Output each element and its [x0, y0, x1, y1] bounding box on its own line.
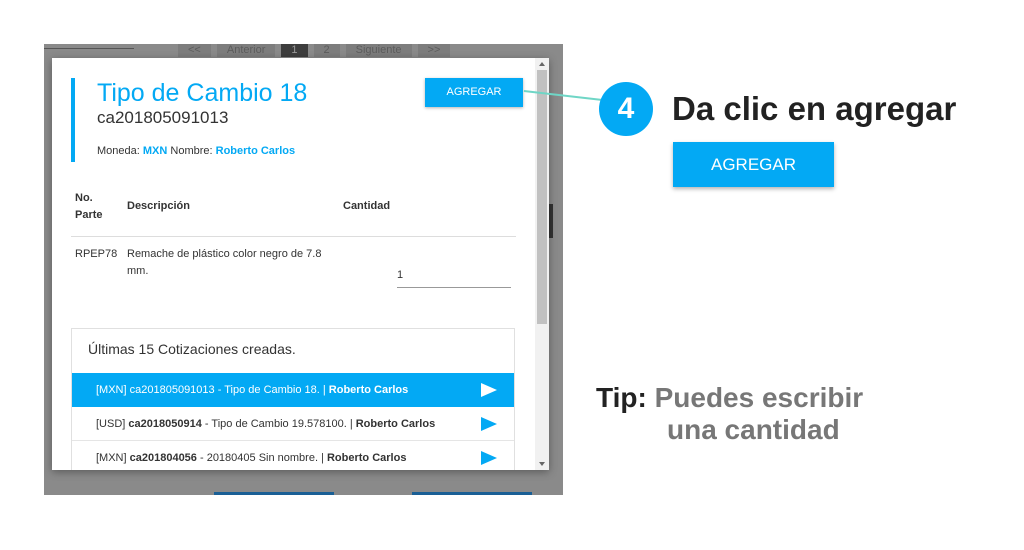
step-instruction: Da clic en agregar	[672, 90, 957, 127]
modal-scrollbar[interactable]	[535, 58, 549, 470]
recent-quotes-title: Últimas 15 Cotizaciones creadas.	[88, 341, 296, 357]
nombre-label: Nombre:	[170, 145, 213, 157]
send-icon[interactable]	[481, 417, 497, 431]
list-item[interactable]: [USD] ca2018050914 - Tipo de Cambio 19.5…	[72, 407, 514, 441]
item-currency: [MXN]	[96, 384, 130, 396]
app-screenshot: << Anterior 1 2 Siguiente >> Tipo de Cam…	[44, 44, 563, 495]
background-divider	[44, 48, 134, 49]
item-code: ca2018050914	[128, 418, 202, 430]
pager-page-2[interactable]: 2	[313, 44, 340, 57]
modal-header: Tipo de Cambio 18 ca201805091013 Moneda:…	[71, 78, 307, 162]
table-divider	[71, 236, 516, 237]
pager-next[interactable]: Siguiente	[345, 44, 412, 57]
cantidad-input[interactable]	[397, 262, 511, 288]
send-icon[interactable]	[481, 383, 497, 397]
moneda-value: MXN	[142, 145, 168, 157]
step-number-badge: 4	[599, 82, 653, 136]
send-icon[interactable]	[481, 451, 497, 465]
agregar-button[interactable]: AGREGAR	[425, 78, 523, 107]
list-item[interactable]: [MXN] ca201805091013 - Tipo de Cambio 18…	[72, 373, 514, 407]
recent-quotes-panel: Últimas 15 Cotizaciones creadas. [MXN] c…	[71, 328, 515, 470]
item-currency: [USD]	[96, 418, 129, 430]
cotizacion-code: ca201805091013	[97, 108, 229, 127]
tip-label: Tip:	[596, 382, 647, 413]
background-button	[412, 492, 532, 495]
recent-quotes-list: [MXN] ca201805091013 - Tipo de Cambio 18…	[72, 373, 514, 470]
item-code: ca201804056	[129, 452, 197, 464]
agregar-button-example: AGREGAR	[673, 142, 834, 187]
modal-meta: Moneda: MXN Nombre: Roberto Carlos	[97, 145, 307, 157]
pager-first[interactable]: <<	[178, 44, 211, 57]
tip-callout: Tip: Puedes escribir una cantidad	[596, 382, 896, 446]
modal-title: Tipo de Cambio 18	[97, 79, 308, 107]
header-no-parte: No. Parte	[75, 192, 103, 221]
background-element	[549, 204, 553, 238]
item-description: - Tipo de Cambio 18. |	[214, 384, 329, 396]
item-user: Roberto Carlos	[355, 418, 436, 430]
pager-page-1[interactable]: 1	[281, 44, 308, 57]
item-description: - Tipo de Cambio 19.578100. |	[201, 418, 356, 430]
nombre-value: Roberto Carlos	[215, 145, 296, 157]
cell-no-parte: RPEP78	[75, 248, 118, 260]
tip-text-line2: una cantidad	[667, 414, 840, 445]
list-item[interactable]: [MXN] ca201804056 - 20180405 Sin nombre.…	[72, 441, 514, 470]
scroll-down-arrow-icon[interactable]	[539, 462, 545, 466]
header-cantidad: Cantidad	[343, 200, 391, 212]
item-code: ca201805091013	[129, 384, 215, 396]
scroll-up-arrow-icon[interactable]	[539, 62, 545, 66]
pager-last[interactable]: >>	[417, 44, 451, 57]
header-descripcion: Descripción	[127, 200, 190, 212]
background-button	[214, 492, 334, 495]
item-user: Roberto Carlos	[328, 384, 409, 396]
item-currency: [MXN]	[96, 452, 130, 464]
tip-text-line1: Puedes escribir	[654, 382, 864, 413]
item-description: - 20180405 Sin nombre. |	[196, 452, 327, 464]
cotizacion-modal: Tipo de Cambio 18 ca201805091013 Moneda:…	[52, 58, 549, 470]
cell-descripcion: Remache de plástico color negro de 7.8 m…	[127, 248, 322, 277]
moneda-label: Moneda:	[97, 145, 140, 157]
item-user: Roberto Carlos	[326, 452, 407, 464]
background-pagination: << Anterior 1 2 Siguiente >>	[178, 44, 451, 57]
scroll-thumb[interactable]	[537, 70, 547, 324]
pager-prev[interactable]: Anterior	[216, 44, 276, 57]
